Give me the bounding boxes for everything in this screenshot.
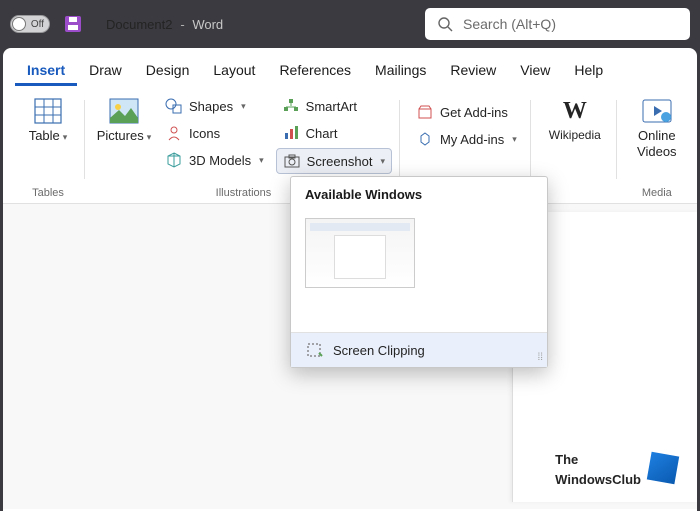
ribbon-tabs: Insert Draw Design Layout References Mai… [3, 48, 697, 86]
search-input[interactable] [463, 16, 678, 32]
shapes-label: Shapes [189, 99, 233, 114]
window-thumbnails [291, 212, 547, 332]
chevron-down-icon: ▾ [147, 132, 152, 142]
group-tables-label: Tables [11, 187, 85, 199]
screenshot-label: Screenshot [307, 154, 373, 169]
save-icon[interactable] [64, 15, 82, 33]
illustrations-col1: Shapes ▾ Icons 3D Models ▾ [159, 92, 270, 172]
screenshot-button[interactable]: Screenshot ▾ [276, 148, 392, 174]
toggle-knob [12, 17, 26, 31]
table-button[interactable]: Table▾ [19, 92, 77, 148]
wikipedia-button[interactable]: W Wikipedia [541, 92, 609, 146]
chevron-down-icon: ▾ [63, 132, 68, 142]
icons-icon [165, 124, 183, 142]
watermark-text: TheWindowsClub [555, 448, 641, 488]
get-addins-label: Get Add-ins [440, 105, 508, 120]
titlebar: Off Document2 - Word [0, 0, 700, 48]
cube-icon [165, 151, 183, 169]
wikipedia-label: Wikipedia [549, 128, 601, 142]
group-tables: Table▾ Tables [11, 92, 85, 201]
document-title: Document2 - Word [106, 16, 223, 32]
videos-label2: Videos [637, 144, 677, 159]
app-window: Insert Draw Design Layout References Mai… [3, 48, 697, 511]
chevron-down-icon: ▾ [259, 155, 264, 166]
dropdown-header: Available Windows [291, 177, 547, 212]
toggle-label: Off [31, 19, 44, 30]
camera-icon [283, 152, 301, 170]
chart-button[interactable]: Chart [276, 121, 392, 145]
store-icon [416, 103, 434, 121]
window-thumbnail[interactable] [305, 218, 415, 288]
watermark-logo [647, 452, 679, 484]
search-box[interactable] [425, 8, 690, 40]
3d-models-button[interactable]: 3D Models ▾ [159, 148, 270, 172]
chart-icon [282, 124, 300, 142]
table-icon [33, 96, 63, 126]
my-addins-button[interactable]: My Add-ins ▾ [410, 127, 523, 151]
smartart-icon [282, 97, 300, 115]
shapes-icon [165, 97, 183, 115]
smartart-label: SmartArt [306, 99, 357, 114]
doc-name: Document2 [106, 17, 172, 32]
chevron-down-icon: ▾ [512, 134, 517, 145]
group-media: OnlineVideos Media [619, 92, 695, 201]
screen-clipping-item[interactable]: Screen Clipping [291, 333, 547, 367]
tab-review[interactable]: Review [438, 56, 508, 86]
models-label: 3D Models [189, 153, 251, 168]
videos-label1: Online [638, 128, 676, 143]
pictures-label: Pictures [97, 128, 144, 143]
title-dash: - [180, 17, 188, 32]
chevron-down-icon: ▾ [241, 101, 246, 112]
pictures-icon [109, 96, 139, 126]
tab-view[interactable]: View [508, 56, 562, 86]
chart-label: Chart [306, 126, 338, 141]
online-videos-button[interactable]: OnlineVideos [627, 92, 687, 163]
tab-insert[interactable]: Insert [15, 56, 77, 86]
shapes-button[interactable]: Shapes ▾ [159, 94, 270, 118]
tab-help[interactable]: Help [562, 56, 615, 86]
resize-grip-icon[interactable]: ⁞⁞ [537, 352, 543, 363]
my-addins-label: My Add-ins [440, 132, 504, 147]
smartart-button[interactable]: SmartArt [276, 94, 392, 118]
app-name: Word [192, 17, 223, 32]
addins-icon [416, 130, 434, 148]
icons-button[interactable]: Icons [159, 121, 270, 145]
tab-references[interactable]: References [267, 56, 363, 86]
group-media-label: Media [619, 187, 695, 199]
video-icon [642, 96, 672, 126]
icons-label: Icons [189, 126, 220, 141]
screen-clipping-label: Screen Clipping [333, 343, 425, 358]
screenshot-dropdown: Available Windows Screen Clipping ⁞⁞ [290, 176, 548, 368]
search-icon [437, 16, 453, 32]
watermark: TheWindowsClub [555, 448, 677, 488]
wikipedia-icon: W [560, 96, 590, 126]
pictures-button[interactable]: Pictures▾ [95, 92, 153, 148]
addins-stack: Get Add-ins My Add-ins ▾ [410, 92, 523, 151]
tab-layout[interactable]: Layout [201, 56, 267, 86]
clip-icon [305, 341, 323, 359]
table-label: Table [29, 128, 60, 143]
illustrations-col2: SmartArt Chart Screenshot ▾ [276, 92, 392, 174]
tab-mailings[interactable]: Mailings [363, 56, 438, 86]
get-addins-button[interactable]: Get Add-ins [410, 100, 523, 124]
tab-design[interactable]: Design [134, 56, 202, 86]
autosave-toggle[interactable]: Off [10, 15, 50, 33]
tab-draw[interactable]: Draw [77, 56, 134, 86]
chevron-down-icon: ▾ [380, 156, 385, 167]
